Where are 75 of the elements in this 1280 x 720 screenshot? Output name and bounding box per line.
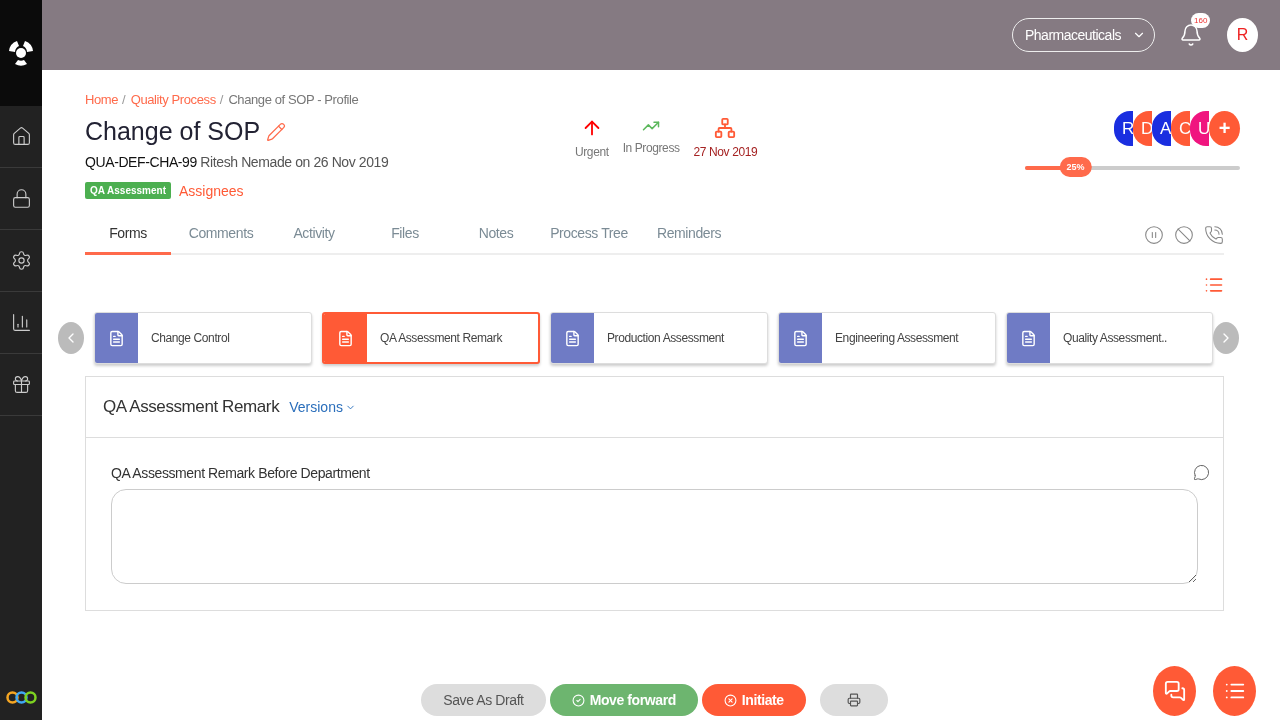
document-icon bbox=[564, 329, 581, 347]
cancel-icon bbox=[723, 693, 737, 707]
speech-bubble-icon bbox=[1193, 464, 1210, 481]
page-title: Change of SOP bbox=[85, 117, 261, 146]
document-icon bbox=[337, 329, 354, 347]
check-icon bbox=[571, 693, 585, 707]
document-icon bbox=[792, 329, 809, 347]
edit-button[interactable] bbox=[266, 121, 287, 142]
tab[interactable]: Forms bbox=[85, 217, 171, 255]
assignee-avatar[interactable]: A bbox=[1152, 111, 1171, 146]
chart-icon bbox=[10, 312, 32, 333]
tab[interactable]: Comments bbox=[171, 217, 271, 255]
remark-field[interactable] bbox=[111, 489, 1198, 584]
document-icon bbox=[108, 329, 125, 347]
pause-icon bbox=[1144, 225, 1164, 245]
home-icon bbox=[10, 126, 32, 147]
action-button[interactable]: Save As Draft bbox=[421, 684, 546, 716]
action-button[interactable]: Initiate bbox=[701, 684, 806, 716]
list-icon bbox=[1204, 275, 1224, 295]
breadcrumb-current: Change of SOP - Profile bbox=[228, 92, 359, 107]
status-label: 27 Nov 2019 bbox=[693, 145, 758, 159]
add-assignee-button[interactable]: + bbox=[1209, 111, 1240, 146]
assignees-link[interactable]: Assignees bbox=[178, 182, 244, 199]
form-card[interactable]: Quality Assessment.. bbox=[1006, 312, 1213, 364]
previous-button[interactable] bbox=[58, 322, 84, 354]
cancel-button[interactable] bbox=[1174, 225, 1194, 245]
chat-button[interactable] bbox=[1153, 666, 1196, 716]
phone-icon bbox=[1204, 225, 1224, 245]
hierarchy-icon bbox=[714, 117, 737, 139]
tab[interactable]: Files bbox=[357, 217, 453, 255]
breadcrumb-link[interactable]: Quality Process bbox=[130, 92, 216, 107]
next-button[interactable] bbox=[1213, 322, 1239, 354]
form-card[interactable]: Change Control bbox=[94, 312, 312, 364]
bell-icon bbox=[1179, 23, 1203, 47]
settings-icon bbox=[10, 250, 32, 271]
menu-button[interactable] bbox=[1213, 666, 1256, 716]
brand-icon bbox=[5, 690, 37, 704]
status-label: In Progress bbox=[622, 141, 680, 155]
gift-icon bbox=[10, 374, 32, 395]
form-card[interactable]: Engineering Assessment bbox=[778, 312, 996, 364]
tab[interactable]: Notes bbox=[453, 217, 539, 255]
pencil-icon bbox=[266, 121, 287, 142]
pause-button[interactable] bbox=[1144, 225, 1164, 245]
notification-button[interactable] bbox=[1179, 23, 1203, 47]
assignee-avatar[interactable]: C bbox=[1171, 111, 1190, 146]
print-icon bbox=[846, 693, 861, 707]
breadcrumb-separator: / bbox=[219, 92, 224, 107]
tab[interactable]: Reminders bbox=[639, 217, 739, 255]
status-label: Urgent bbox=[575, 145, 609, 159]
user-avatar[interactable]: R bbox=[1227, 18, 1258, 52]
assignee-avatar[interactable]: D bbox=[1133, 111, 1152, 146]
breadcrumb-link[interactable]: Home bbox=[85, 92, 119, 107]
action-button[interactable]: Move forward bbox=[549, 684, 698, 716]
form-card[interactable]: QA Assessment Remark bbox=[322, 312, 540, 364]
assignee-avatar[interactable]: U bbox=[1190, 111, 1209, 146]
print-button[interactable] bbox=[819, 684, 888, 716]
stage-badge: QA Assessment bbox=[85, 182, 171, 199]
form-card[interactable]: Production Assessment bbox=[550, 312, 768, 364]
comment-button[interactable] bbox=[1193, 464, 1210, 481]
progress-value: 25% bbox=[1059, 157, 1092, 177]
notification-count: 160 bbox=[1191, 13, 1211, 28]
versions-link[interactable]: Versions bbox=[289, 399, 356, 415]
chat-icon bbox=[1163, 680, 1186, 702]
call-button[interactable] bbox=[1204, 225, 1224, 245]
tab[interactable]: Process Tree bbox=[539, 217, 639, 255]
assignee-avatar[interactable]: R bbox=[1114, 111, 1133, 146]
field-label: QA Assessment Remark Before Department bbox=[111, 464, 370, 481]
form-title: QA Assessment Remark bbox=[103, 397, 280, 417]
list-view-button[interactable] bbox=[1204, 275, 1224, 295]
breadcrumb-separator: / bbox=[122, 92, 126, 107]
document-icon bbox=[1020, 329, 1037, 347]
tab[interactable]: Activity bbox=[271, 217, 357, 255]
cancel-icon bbox=[1174, 225, 1194, 245]
record-meta: QUA-DEF-CHA-99 Ritesh Nemade on 26 Nov 2019 bbox=[85, 154, 390, 170]
lock-icon bbox=[10, 188, 32, 209]
